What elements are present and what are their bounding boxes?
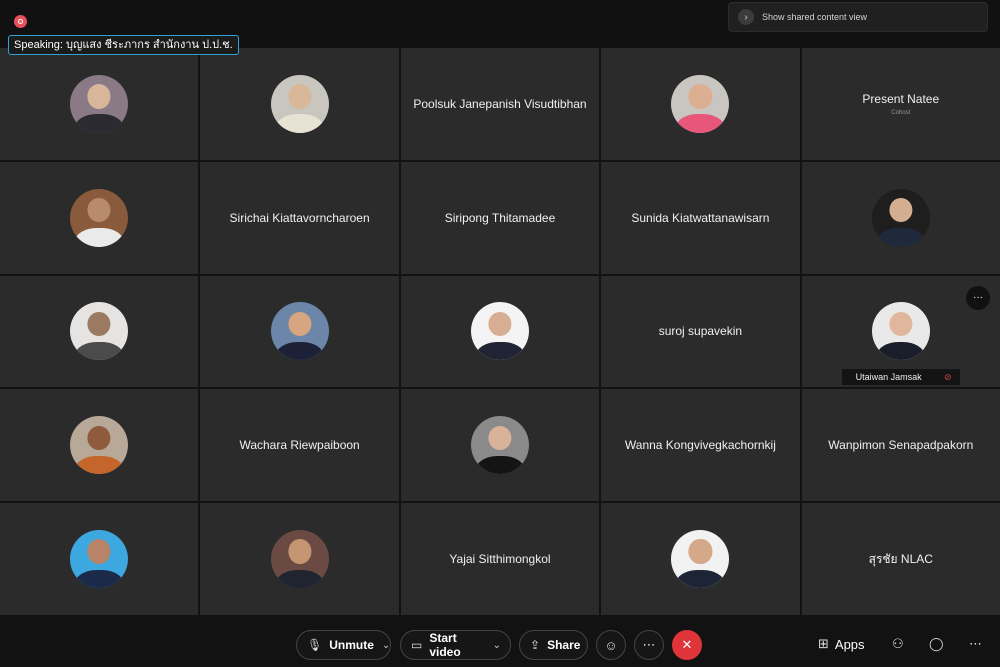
active-speaker-label: Speaking: บุญแสง ชีระภากร สำนักงาน ป.ป.ช… xyxy=(8,35,239,55)
participant-more-button[interactable]: ··· xyxy=(965,285,990,310)
participant-name: Wachara Riewpaiboon xyxy=(239,438,360,453)
participant-tile[interactable] xyxy=(200,503,399,615)
chat-icon: ◯ xyxy=(929,636,944,651)
participant-tile[interactable] xyxy=(400,389,600,502)
participant-tile[interactable] xyxy=(801,161,1000,274)
muted-microphone-icon: ⊘ xyxy=(944,371,952,382)
participant-avatar xyxy=(871,302,930,361)
chat-button[interactable]: ◯ xyxy=(929,636,950,652)
more-icon: ⋯ xyxy=(969,636,982,651)
more-menu-button[interactable]: ⋯ xyxy=(969,636,988,652)
participant-tile[interactable] xyxy=(200,48,399,160)
share-button[interactable]: ⇪ Share xyxy=(519,630,588,660)
apps-button[interactable]: ⊞ Apps xyxy=(818,636,865,652)
participant-avatar xyxy=(671,530,730,589)
more-icon: ⋯ xyxy=(642,637,656,652)
participant-name: Siripong Thitamadee xyxy=(444,210,556,225)
participant-avatar xyxy=(671,74,730,133)
unmute-label: Unmute xyxy=(329,638,374,652)
participant-tile[interactable]: Siripong Thitamadee xyxy=(400,161,600,274)
participant-name: Present Natee xyxy=(862,91,940,106)
meeting-controls: 🎙 Unmute ⌄ ▭ Start video ⌄ ⇪ Share ☺ ⋯ ✕… xyxy=(0,622,1000,667)
share-label: Share xyxy=(547,638,581,652)
participant-avatar xyxy=(70,530,129,589)
smiley-icon: ☺ xyxy=(604,637,618,653)
participant-avatar xyxy=(270,530,329,589)
participant-name: Yajai Sitthimongkol xyxy=(449,552,551,567)
participants-button[interactable]: ⚇ xyxy=(892,636,910,652)
participant-tile[interactable]: สุรชัย NLAC xyxy=(801,503,1000,615)
participant-tile[interactable] xyxy=(0,389,199,502)
participant-tile[interactable] xyxy=(601,503,800,615)
participant-tile[interactable]: Sirichai Kiattavorncharoen xyxy=(200,161,399,274)
participant-tile[interactable] xyxy=(0,503,199,615)
leave-meeting-button[interactable]: ✕ xyxy=(672,630,702,660)
participant-grid: Poolsuk Janepanish Visudtibhan Present Na… xyxy=(0,48,1000,615)
more-options-button[interactable]: ⋯ xyxy=(634,630,664,660)
participant-avatar xyxy=(470,302,529,361)
participant-avatar xyxy=(470,416,529,475)
video-off-icon: ▭ xyxy=(411,638,423,652)
participant-name: Wanna Kongvivegkachornkij xyxy=(624,438,776,453)
start-video-button[interactable]: ▭ Start video ⌄ xyxy=(400,630,511,660)
participants-icon: ⚇ xyxy=(892,636,904,651)
participant-name: สุรชัย NLAC xyxy=(868,551,933,566)
participant-name-tag: Utaiwan Jamsak ⊘ xyxy=(841,369,960,386)
participant-name: Wanpimon Senapadpakorn xyxy=(828,438,974,453)
unmute-button[interactable]: 🎙 Unmute ⌄ xyxy=(296,630,391,660)
participant-tile[interactable] xyxy=(0,48,199,160)
participant-avatar xyxy=(70,302,129,361)
participant-tile[interactable]: Yajai Sitthimongkol xyxy=(400,503,600,615)
participant-tile[interactable]: Poolsuk Janepanish Visudtibhan xyxy=(400,48,600,160)
participant-name: Sunida Kiatwattanawisarn xyxy=(631,210,770,225)
participant-avatar xyxy=(871,188,930,247)
chevron-right-icon: › xyxy=(738,9,754,25)
participant-tile[interactable]: Wanpimon Senapadpakorn xyxy=(801,389,1000,502)
participant-tile[interactable]: Wachara Riewpaiboon xyxy=(200,389,399,502)
participant-avatar xyxy=(70,74,129,133)
shared-content-label: Show shared content view xyxy=(762,12,868,22)
participant-avatar xyxy=(270,302,329,361)
reactions-button[interactable]: ☺ xyxy=(596,630,626,660)
participant-name: suroj supavekin xyxy=(658,324,743,339)
participant-role: Cohost xyxy=(891,109,911,116)
participant-tile[interactable] xyxy=(0,275,199,388)
chevron-down-icon[interactable]: ⌄ xyxy=(493,640,501,651)
participant-avatar xyxy=(70,416,129,475)
participant-tile[interactable]: suroj supavekin xyxy=(601,275,800,388)
participant-tile[interactable]: Sunida Kiatwattanawisarn xyxy=(601,161,800,274)
apps-icon: ⊞ xyxy=(818,636,829,651)
participant-tile[interactable]: Wanna Kongvivegkachornkij xyxy=(601,389,800,502)
muted-microphone-icon: 🎙 xyxy=(307,638,323,652)
participant-tile[interactable] xyxy=(601,48,800,160)
participant-tile[interactable] xyxy=(200,275,399,388)
participant-tile[interactable] xyxy=(0,161,199,274)
chevron-down-icon[interactable]: ⌄ xyxy=(382,640,390,651)
share-icon: ⇪ xyxy=(530,638,541,652)
participant-avatar xyxy=(270,74,329,133)
start-video-label: Start video xyxy=(429,631,461,659)
participant-name: Utaiwan Jamsak xyxy=(855,372,922,383)
close-icon: ✕ xyxy=(681,637,693,652)
participant-avatar xyxy=(70,188,129,247)
participant-tile[interactable] xyxy=(400,275,600,388)
recording-icon xyxy=(14,15,27,28)
show-shared-content-button[interactable]: › Show shared content view xyxy=(728,2,988,32)
apps-label: Apps xyxy=(834,636,865,652)
participant-name: Poolsuk Janepanish Visudtibhan xyxy=(413,96,587,111)
participant-tile[interactable]: ··· Utaiwan Jamsak ⊘ xyxy=(801,275,1000,388)
participant-name: Sirichai Kiattavorncharoen xyxy=(229,210,370,225)
participant-tile[interactable]: Present Natee Cohost xyxy=(801,48,1000,160)
